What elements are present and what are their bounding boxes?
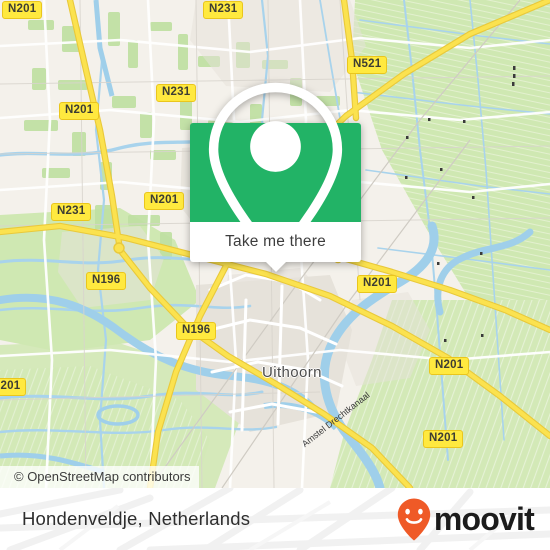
road-shield-n231[interactable]: N231: [51, 203, 92, 221]
popup-icon-area: [190, 82, 361, 263]
moovit-wordmark: moovit: [433, 501, 535, 537]
map-canvas[interactable]: N201 N231 N521 N231 N201 N201 N231 N196 …: [0, 0, 550, 488]
moovit-brand-logo[interactable]: moovit: [396, 497, 535, 541]
popup-tail-pointer: [264, 261, 287, 272]
osm-attribution[interactable]: © OpenStreetMap contributors: [0, 466, 199, 488]
popup-action-bar[interactable]: Take me there: [190, 222, 361, 272]
moovit-map-screenshot: N201 N231 N521 N231 N201 N201 N231 N196 …: [0, 0, 550, 550]
road-shield-n196[interactable]: N196: [86, 272, 127, 290]
map-pin-icon: [208, 82, 343, 263]
take-me-there-popup[interactable]: Take me there: [190, 82, 361, 272]
take-me-there-label: Take me there: [225, 233, 326, 250]
page-title: Hondenveldje, Netherlands: [22, 508, 251, 529]
road-shield-n201[interactable]: N201: [429, 357, 470, 375]
footer-bar: Hondenveldje, Netherlands moovit: [0, 488, 550, 550]
road-shield-n201[interactable]: N201: [59, 102, 100, 120]
moovit-pin-smiley-icon: [397, 498, 431, 541]
road-shield-n201[interactable]: N201: [2, 1, 43, 19]
road-shield-n201[interactable]: N201: [357, 275, 398, 293]
road-shield-n201[interactable]: N201: [144, 192, 185, 210]
road-shield-n201[interactable]: N201: [423, 430, 464, 448]
road-shield-n201[interactable]: N201: [0, 378, 27, 396]
